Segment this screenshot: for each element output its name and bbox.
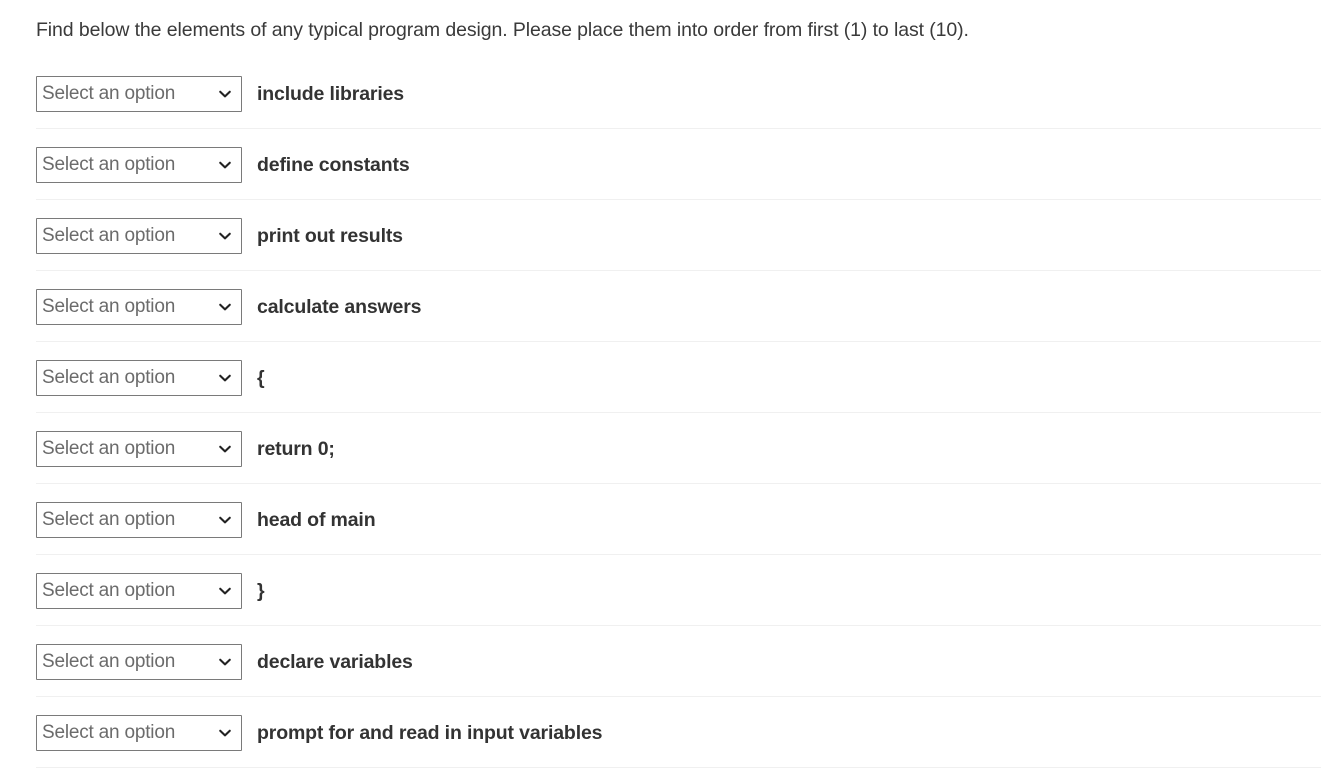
program-element-label-9: declare variables: [257, 650, 413, 674]
program-element-label-2: define constants: [257, 153, 410, 177]
order-select-2[interactable]: Select an option12345678910: [36, 147, 242, 183]
order-select-wrapper[interactable]: Select an option12345678910: [36, 76, 242, 112]
order-select-1[interactable]: Select an option12345678910: [36, 76, 242, 112]
ordering-row-3: Select an option12345678910 print out re…: [0, 200, 1329, 271]
order-select-wrapper[interactable]: Select an option12345678910: [36, 502, 242, 538]
question-prompt: Find below the elements of any typical p…: [36, 17, 1306, 43]
order-select-7[interactable]: Select an option12345678910: [36, 502, 242, 538]
order-select-wrapper[interactable]: Select an option12345678910: [36, 644, 242, 680]
program-element-label-5: {: [257, 366, 264, 390]
program-element-label-6: return 0;: [257, 437, 335, 461]
order-select-wrapper[interactable]: Select an option12345678910: [36, 218, 242, 254]
ordering-row-8: Select an option12345678910 }: [0, 555, 1329, 626]
ordering-row-7: Select an option12345678910 head of main: [0, 484, 1329, 555]
program-element-label-7: head of main: [257, 508, 375, 532]
order-select-10[interactable]: Select an option12345678910: [36, 715, 242, 751]
ordering-question-page: Find below the elements of any typical p…: [0, 0, 1329, 784]
program-element-label-1: include libraries: [257, 82, 404, 106]
order-select-8[interactable]: Select an option12345678910: [36, 573, 242, 609]
order-select-9[interactable]: Select an option12345678910: [36, 644, 242, 680]
order-select-4[interactable]: Select an option12345678910: [36, 289, 242, 325]
ordering-row-2: Select an option12345678910 define const…: [0, 129, 1329, 200]
order-select-wrapper[interactable]: Select an option12345678910: [36, 573, 242, 609]
ordering-row-1: Select an option12345678910 include libr…: [0, 58, 1329, 129]
program-element-label-8: }: [257, 579, 264, 603]
ordering-rows-list: Select an option12345678910 include libr…: [0, 58, 1329, 768]
order-select-wrapper[interactable]: Select an option12345678910: [36, 147, 242, 183]
order-select-wrapper[interactable]: Select an option12345678910: [36, 715, 242, 751]
ordering-row-10: Select an option12345678910 prompt for a…: [0, 697, 1329, 768]
ordering-row-9: Select an option12345678910 declare vari…: [0, 626, 1329, 697]
order-select-3[interactable]: Select an option12345678910: [36, 218, 242, 254]
program-element-label-10: prompt for and read in input variables: [257, 721, 602, 745]
order-select-wrapper[interactable]: Select an option12345678910: [36, 360, 242, 396]
order-select-wrapper[interactable]: Select an option12345678910: [36, 431, 242, 467]
ordering-row-5: Select an option12345678910 {: [0, 342, 1329, 413]
program-element-label-3: print out results: [257, 224, 403, 248]
ordering-row-4: Select an option12345678910 calculate an…: [0, 271, 1329, 342]
ordering-row-6: Select an option12345678910 return 0;: [0, 413, 1329, 484]
order-select-5[interactable]: Select an option12345678910: [36, 360, 242, 396]
program-element-label-4: calculate answers: [257, 295, 421, 319]
order-select-6[interactable]: Select an option12345678910: [36, 431, 242, 467]
order-select-wrapper[interactable]: Select an option12345678910: [36, 289, 242, 325]
